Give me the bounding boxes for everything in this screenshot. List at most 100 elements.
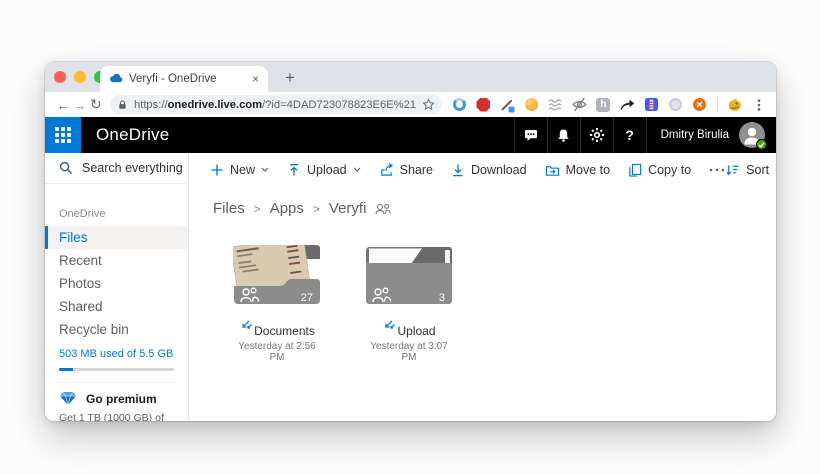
settings-button[interactable]	[579, 117, 613, 153]
download-button[interactable]: Download	[451, 163, 527, 177]
onedrive-content: Search everything OneDrive Files Recent …	[45, 153, 776, 421]
breadcrumb: Files > Apps > Veryfi	[213, 200, 776, 217]
share-label: Share	[399, 162, 433, 177]
sidebar-item-files[interactable]: Files	[45, 226, 188, 249]
browser-menu-icon[interactable]	[751, 96, 768, 113]
folder-icon-documents: 27	[230, 236, 320, 304]
sort-button[interactable]: Sort	[725, 163, 776, 177]
more-commands-button[interactable]	[709, 168, 725, 172]
folder-name[interactable]: Upload	[397, 324, 435, 338]
minimize-window-button[interactable]	[74, 71, 86, 83]
download-label: Download	[471, 162, 527, 177]
sidebar-item-label: Recent	[59, 253, 102, 268]
upload-button[interactable]: Upload	[287, 163, 361, 177]
sidebar-item-recent[interactable]: Recent	[45, 249, 188, 272]
shared-people-icon	[375, 203, 392, 214]
back-icon[interactable]: ←	[55, 97, 71, 113]
upload-icon	[290, 163, 298, 176]
url-text: https://onedrive.live.com/?id=4DAD723078…	[133, 98, 416, 111]
reload-icon[interactable]: ↻	[88, 96, 104, 113]
copy-icon	[629, 163, 642, 177]
folder-name[interactable]: Documents	[254, 324, 315, 338]
bookmark-star-icon[interactable]	[422, 98, 435, 111]
help-icon: ?	[625, 127, 634, 143]
color-picker-extension-icon[interactable]	[499, 96, 516, 113]
storage-progress-bar	[59, 368, 174, 371]
app-launcher-button[interactable]	[45, 117, 81, 153]
sidebar-item-recycle-bin[interactable]: Recycle bin	[45, 318, 188, 341]
chat-icon	[524, 129, 537, 141]
share-arrow-extension-icon[interactable]	[619, 96, 636, 113]
tab-strip: Veryfi - OneDrive × +	[45, 62, 776, 92]
extension-icons: h	[451, 96, 768, 113]
disabled-circle-extension-icon[interactable]	[667, 96, 684, 113]
copy-to-button[interactable]: Copy to	[628, 163, 691, 177]
copy-to-label: Copy to	[648, 162, 692, 177]
forward-icon[interactable]: →	[71, 97, 87, 113]
share-button[interactable]: Share	[379, 162, 433, 177]
sidebar-item-label: Shared	[59, 299, 103, 314]
new-tab-button[interactable]: +	[278, 66, 302, 90]
app-title: OneDrive	[96, 125, 170, 144]
eye-off-extension-icon[interactable]	[571, 96, 588, 113]
storage-progress-fill	[59, 368, 73, 371]
notifications-button[interactable]	[546, 117, 580, 153]
folder-modified: Yesterday at 2:56 PM	[238, 341, 316, 363]
sidebar-divider	[57, 382, 176, 383]
close-window-button[interactable]	[54, 71, 66, 83]
chevron-down-icon	[353, 167, 361, 172]
move-to-button[interactable]: Move to	[545, 163, 610, 177]
breadcrumb-apps[interactable]: Apps	[270, 200, 304, 217]
waffle-icon	[55, 127, 71, 143]
desktop-background: Veryfi - OneDrive × + ← → ↻ https://oned…	[0, 0, 820, 474]
share-icon	[380, 163, 393, 176]
feedback-button[interactable]	[513, 117, 547, 153]
tab-title: Veryfi - OneDrive	[129, 73, 217, 85]
shortcut-arrows-icon	[385, 320, 396, 329]
premium-subtitle: Get 1 TB (1000 GB) of storage	[59, 412, 164, 421]
folder-tile-upload[interactable]: 3 Upload Yesterday at 3:07 PM	[365, 245, 453, 363]
browser-window: Veryfi - OneDrive × + ← → ↻ https://oned…	[45, 62, 776, 421]
orange-blocker-extension-icon[interactable]	[691, 96, 708, 113]
chevron-down-icon	[261, 167, 269, 172]
account-avatar[interactable]	[739, 122, 767, 150]
new-button[interactable]: New	[210, 163, 269, 177]
search-input[interactable]: Search everything	[45, 153, 188, 184]
folder-item-count: 3	[439, 292, 445, 304]
address-bar[interactable]: https://onedrive.live.com/?id=4DAD723078…	[109, 95, 442, 114]
chevron-down-icon	[775, 168, 776, 169]
sidebar: Search everything OneDrive Files Recent …	[45, 153, 189, 421]
folder-icon-upload: 3	[366, 247, 452, 304]
folder-tile-documents[interactable]: 27 Documents Yesterday at 2:56 PM	[230, 236, 321, 363]
browser-tab[interactable]: Veryfi - OneDrive ×	[100, 66, 268, 92]
file-grid: 27 Documents Yesterday at 2:56 PM 3 Uplo…	[230, 236, 776, 363]
sort-icon	[726, 164, 739, 175]
wave-pattern-extension-icon[interactable]	[547, 96, 564, 113]
lighthouse-extension-icon[interactable]	[643, 96, 660, 113]
go-premium-button[interactable]: Go premium	[59, 391, 188, 406]
shortcut-arrows-icon	[242, 320, 253, 329]
adblock-extension-icon[interactable]	[475, 96, 492, 113]
breadcrumb-files[interactable]: Files	[213, 200, 245, 217]
sidebar-item-photos[interactable]: Photos	[45, 272, 188, 295]
new-label: New	[230, 162, 256, 177]
breadcrumb-veryfi[interactable]: Veryfi	[329, 200, 367, 217]
main-pane: New Upload Share Download Move to Copy t…	[189, 153, 776, 421]
folder-item-count: 27	[301, 292, 313, 304]
sidebar-item-shared[interactable]: Shared	[45, 295, 188, 318]
download-icon	[453, 163, 463, 176]
swirl-extension-icon[interactable]	[451, 96, 468, 113]
gold-mascot-extension-icon[interactable]	[727, 96, 744, 113]
gear-icon	[589, 128, 604, 142]
search-placeholder: Search everything	[82, 161, 183, 175]
emoji-extension-icon[interactable]	[523, 96, 540, 113]
help-button[interactable]: ?	[612, 117, 646, 153]
account-name[interactable]: Dmitry Birulia	[645, 117, 739, 153]
status-badge	[756, 139, 767, 150]
tab-close-icon[interactable]: ×	[252, 73, 259, 85]
onedrive-favicon	[110, 73, 123, 83]
move-to-label: Move to	[565, 162, 611, 177]
storage-usage-link[interactable]: 503 MB used of 5.5 GB	[59, 348, 174, 360]
honey-extension-icon[interactable]: h	[595, 96, 612, 113]
lock-icon[interactable]	[117, 99, 128, 111]
